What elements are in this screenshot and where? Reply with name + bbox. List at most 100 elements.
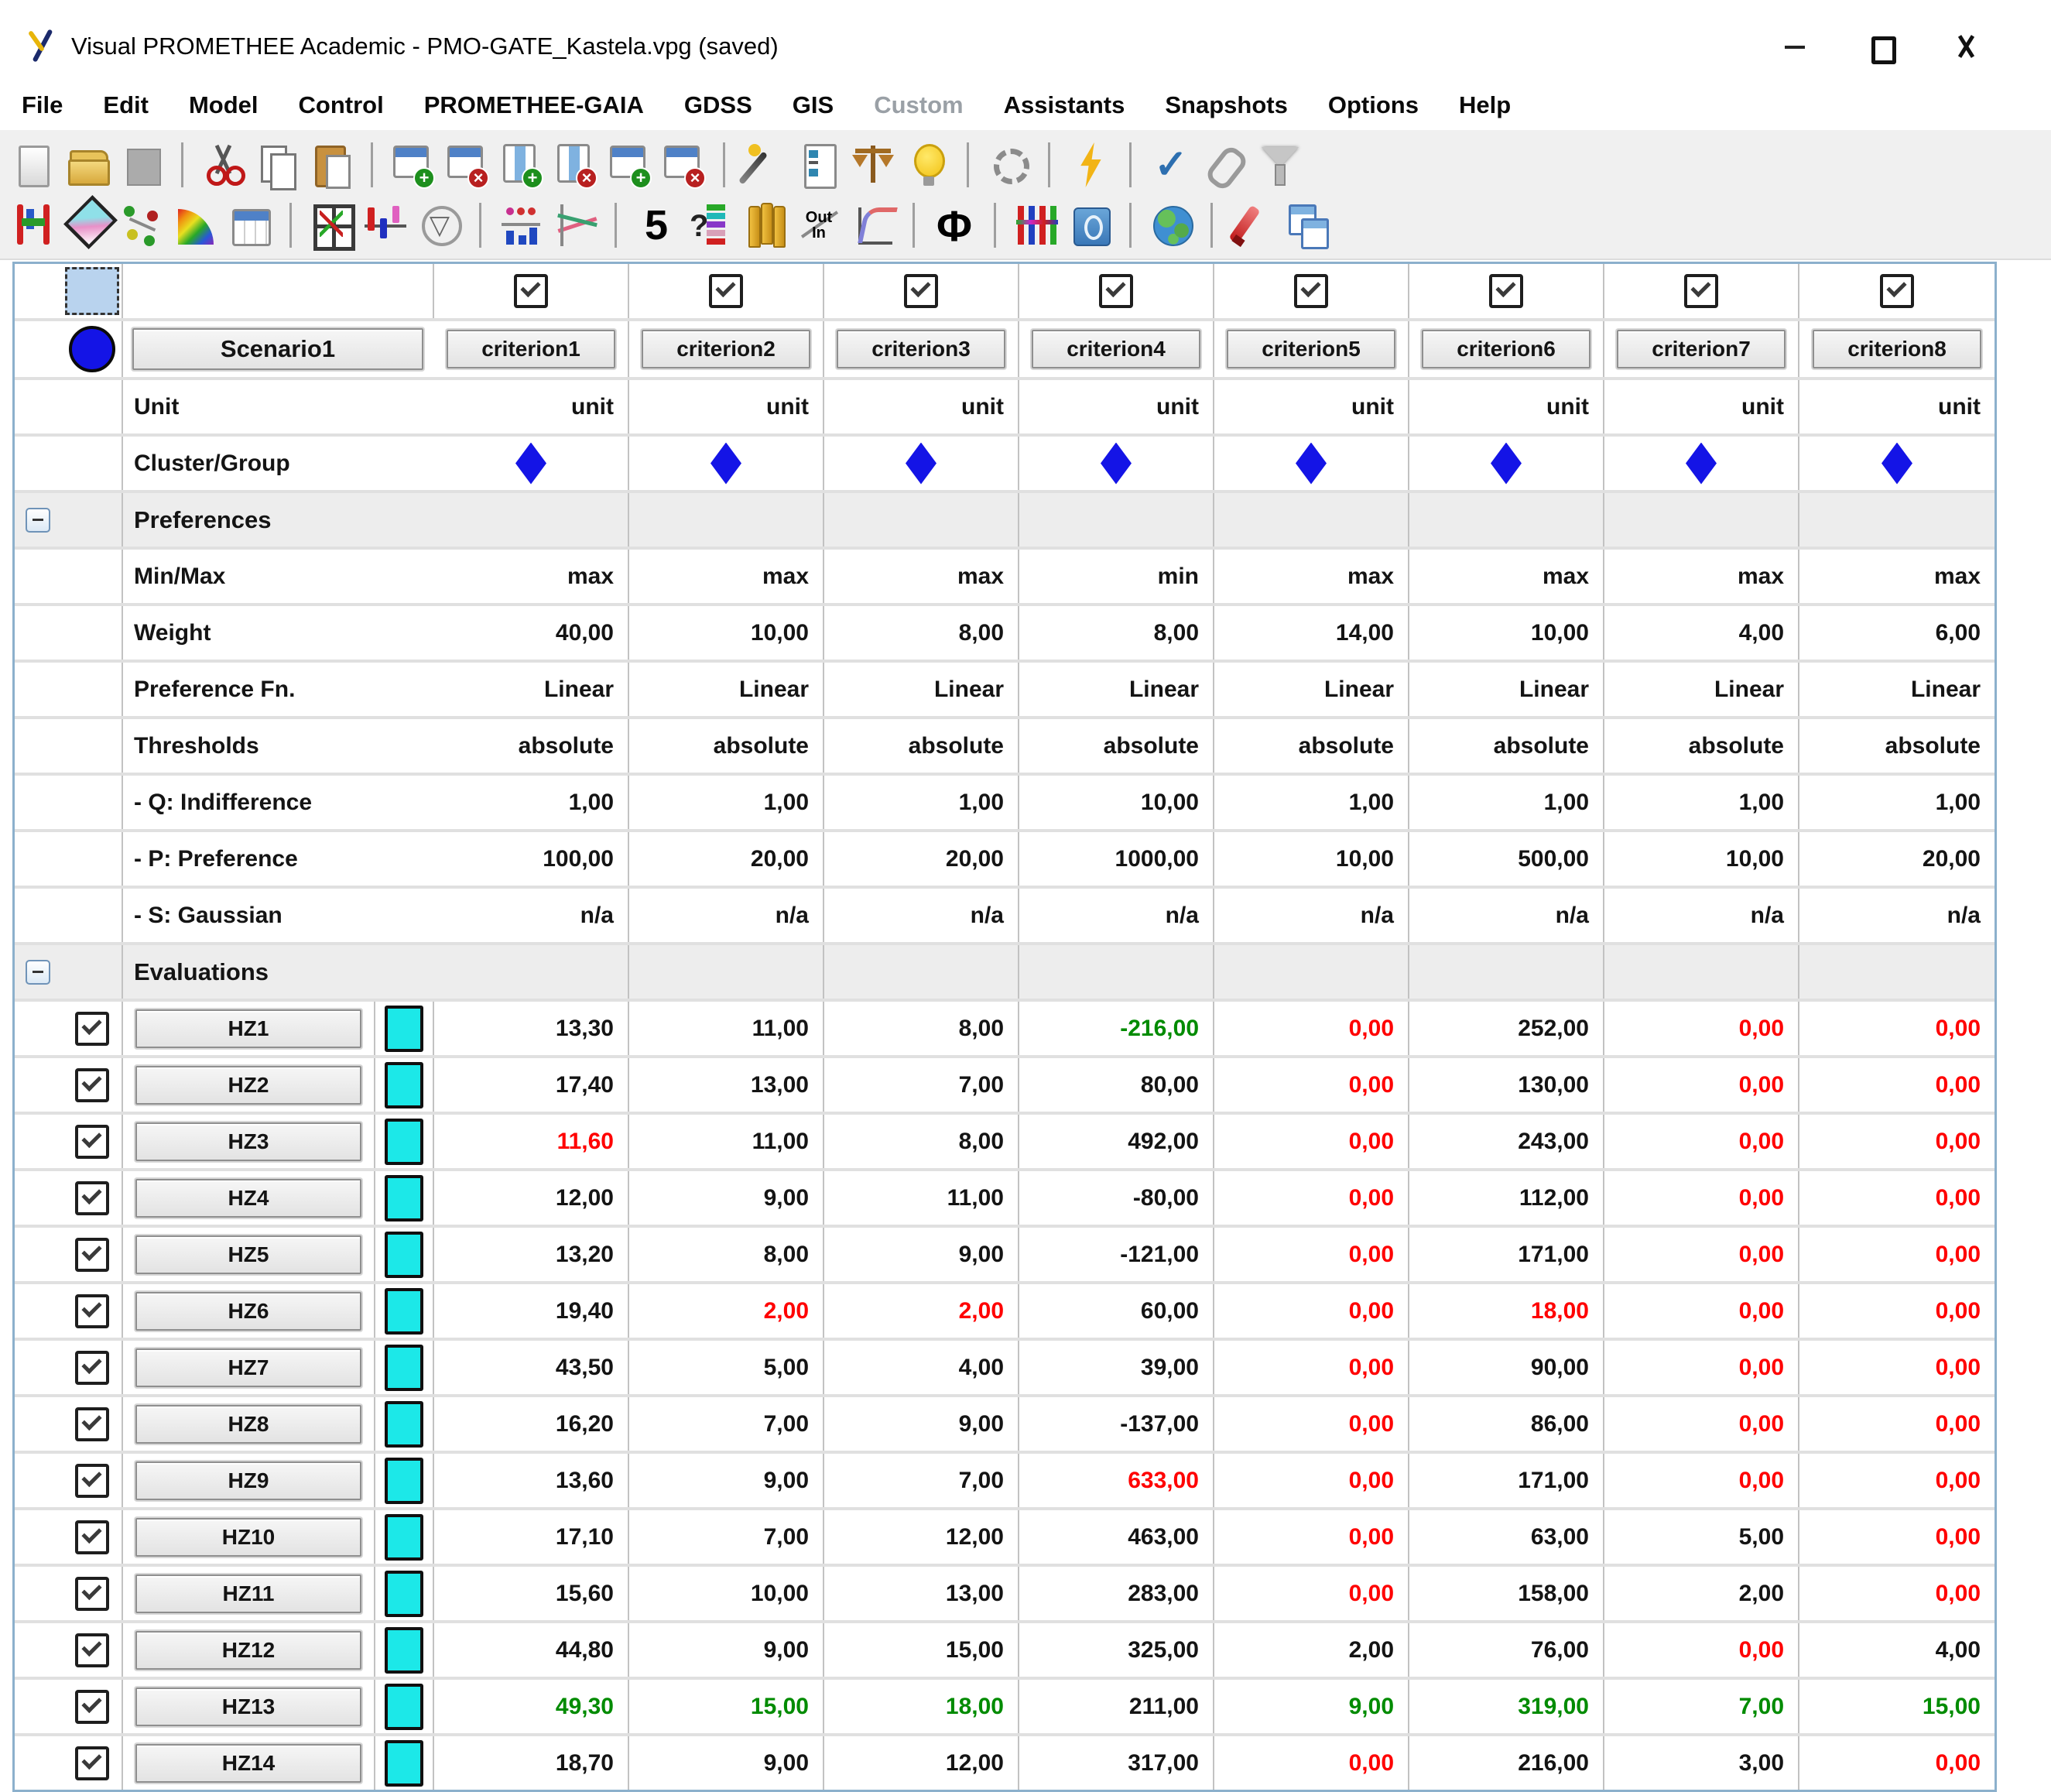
wand-icon[interactable] <box>744 142 786 187</box>
evaluation-value[interactable]: 19,40 <box>434 1284 629 1338</box>
criterion-checkbox-4[interactable] <box>1099 274 1133 308</box>
evaluation-value[interactable]: 0,00 <box>1214 1510 1409 1564</box>
preference-value[interactable]: 100,00 <box>434 832 629 886</box>
evaluation-value[interactable]: 0,00 <box>1799 1567 1995 1620</box>
phi-icon[interactable]: Φ <box>933 203 975 248</box>
preference-value[interactable]: 1,00 <box>629 776 824 829</box>
action-button-hz6[interactable]: HZ6 <box>135 1292 361 1331</box>
preference-value[interactable]: 10,00 <box>1019 776 1214 829</box>
evaluation-value[interactable]: 49,30 <box>434 1680 629 1733</box>
five-icon[interactable]: 5 <box>635 203 677 248</box>
action-color-swatch[interactable] <box>385 1627 423 1674</box>
preference-value[interactable]: 20,00 <box>1799 832 1995 886</box>
action-color-swatch[interactable] <box>385 1684 423 1730</box>
evaluation-value[interactable]: 211,00 <box>1019 1680 1214 1733</box>
action-color-swatch[interactable] <box>385 1401 423 1448</box>
evaluation-value[interactable]: 13,60 <box>434 1454 629 1507</box>
menu-item-gis[interactable]: GIS <box>793 91 834 119</box>
preference-value[interactable]: n/a <box>1409 889 1604 942</box>
evaluation-value[interactable]: 15,60 <box>434 1567 629 1620</box>
criterion-button-8[interactable]: criterion8 <box>1813 330 1981 368</box>
evaluation-value[interactable]: 0,00 <box>1799 1058 1995 1112</box>
evaluation-value[interactable]: 86,00 <box>1409 1397 1604 1451</box>
criterion-checkbox-7[interactable] <box>1684 274 1718 308</box>
menu-item-help[interactable]: Help <box>1459 91 1511 119</box>
evaluation-value[interactable]: 13,20 <box>434 1228 629 1281</box>
add-scenario-icon[interactable] <box>608 142 650 187</box>
action-checkbox-hz10[interactable] <box>75 1520 109 1554</box>
preference-value[interactable]: n/a <box>629 889 824 942</box>
evaluation-value[interactable]: 15,00 <box>1799 1680 1995 1733</box>
evaluation-value[interactable]: 171,00 <box>1409 1454 1604 1507</box>
evaluation-value[interactable]: 2,00 <box>629 1284 824 1338</box>
evaluation-value[interactable]: 0,00 <box>1604 1284 1799 1338</box>
evaluation-value[interactable]: 11,00 <box>629 1002 824 1055</box>
action-color-swatch[interactable] <box>385 1006 423 1052</box>
action-button-hz14[interactable]: HZ14 <box>135 1744 361 1783</box>
cluster-diamond-icon[interactable] <box>906 443 936 485</box>
evaluation-value[interactable]: 463,00 <box>1019 1510 1214 1564</box>
evaluation-value[interactable]: 17,10 <box>434 1510 629 1564</box>
criterion-button-4[interactable]: criterion4 <box>1032 330 1200 368</box>
criterion-button-5[interactable]: criterion5 <box>1227 330 1395 368</box>
preference-value[interactable]: 4,00 <box>1604 606 1799 660</box>
evaluation-value[interactable]: 317,00 <box>1019 1736 1214 1790</box>
evaluation-value[interactable]: 0,00 <box>1214 1567 1409 1620</box>
menu-item-promethee-gaia[interactable]: PROMETHEE-GAIA <box>424 91 644 119</box>
evaluation-value[interactable]: 8,00 <box>629 1228 824 1281</box>
preference-value[interactable]: n/a <box>1019 889 1214 942</box>
evaluation-value[interactable]: -80,00 <box>1019 1171 1214 1225</box>
action-button-hz8[interactable]: HZ8 <box>135 1405 361 1444</box>
cut-icon[interactable] <box>202 142 244 187</box>
evaluation-value[interactable]: 252,00 <box>1409 1002 1604 1055</box>
save-icon[interactable] <box>121 142 163 187</box>
preference-value[interactable]: 20,00 <box>824 832 1019 886</box>
preference-value[interactable]: absolute <box>629 719 824 773</box>
preference-value[interactable]: 1,00 <box>1409 776 1604 829</box>
filter-funnel-icon[interactable] <box>1258 142 1300 187</box>
preference-value[interactable]: n/a <box>434 889 629 942</box>
evaluation-value[interactable]: 0,00 <box>1799 1228 1995 1281</box>
new-document-icon[interactable] <box>12 142 54 187</box>
action-button-hz10[interactable]: HZ10 <box>135 1518 361 1557</box>
evaluation-value[interactable]: 243,00 <box>1409 1115 1604 1168</box>
evaluation-value[interactable]: 319,00 <box>1409 1680 1604 1733</box>
evaluation-value[interactable]: 44,80 <box>434 1623 629 1677</box>
cluster-diamond-icon[interactable] <box>515 443 546 485</box>
evaluation-value[interactable]: 17,40 <box>434 1058 629 1112</box>
preference-value[interactable]: 10,00 <box>1604 832 1799 886</box>
gaia-plane-icon[interactable] <box>310 203 352 248</box>
evaluation-value[interactable]: 130,00 <box>1409 1058 1604 1112</box>
preference-value[interactable]: 1,00 <box>434 776 629 829</box>
preference-value[interactable]: Linear <box>1214 663 1409 716</box>
action-button-hz3[interactable]: HZ3 <box>135 1122 361 1161</box>
scales-icon[interactable] <box>852 142 894 187</box>
preference-value[interactable]: 10,00 <box>1409 606 1604 660</box>
evaluation-value[interactable]: 9,00 <box>1214 1680 1409 1733</box>
preference-value[interactable]: max <box>1799 550 1995 603</box>
preference-value[interactable]: Linear <box>1409 663 1604 716</box>
action-button-hz1[interactable]: HZ1 <box>135 1009 361 1048</box>
open-folder-icon[interactable] <box>67 142 108 187</box>
evaluation-value[interactable]: 0,00 <box>1214 1058 1409 1112</box>
menu-item-gdss[interactable]: GDSS <box>684 91 752 119</box>
evaluation-value[interactable]: -121,00 <box>1019 1228 1214 1281</box>
evaluation-value[interactable]: 12,00 <box>824 1510 1019 1564</box>
preference-value[interactable]: Linear <box>1019 663 1214 716</box>
evaluation-value[interactable]: 0,00 <box>1604 1454 1799 1507</box>
evaluation-value[interactable]: 7,00 <box>824 1454 1019 1507</box>
cluster-diamond-icon[interactable] <box>1296 443 1327 485</box>
action-color-swatch[interactable] <box>385 1571 423 1617</box>
action-button-hz11[interactable]: HZ11 <box>135 1574 361 1613</box>
delete-criterion-icon[interactable] <box>446 142 488 187</box>
preference-value[interactable]: 10,00 <box>1214 832 1409 886</box>
criterion-checkbox-6[interactable] <box>1489 274 1523 308</box>
evaluation-value[interactable]: 0,00 <box>1604 1171 1799 1225</box>
evaluation-value[interactable]: 18,00 <box>1409 1284 1604 1338</box>
preference-value[interactable]: absolute <box>1019 719 1214 773</box>
cluster-diamond-icon[interactable] <box>1491 443 1522 485</box>
evaluations-collapse-button[interactable] <box>26 960 50 985</box>
action-button-hz7[interactable]: HZ7 <box>135 1348 361 1387</box>
evaluation-value[interactable]: 4,00 <box>824 1341 1019 1394</box>
evaluation-value[interactable]: 0,00 <box>1214 1736 1409 1790</box>
